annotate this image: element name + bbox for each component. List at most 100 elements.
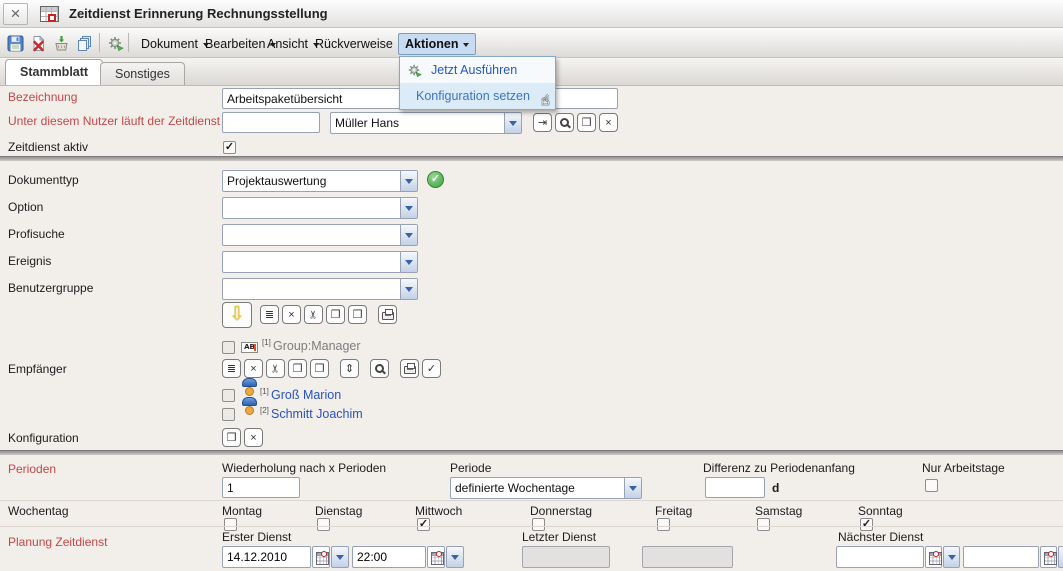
print-button[interactable] [378,305,397,324]
mittwoch-checkbox[interactable]: ✓ [417,518,430,531]
nutzer-select[interactable]: Müller Hans [330,112,522,134]
goto-button[interactable]: ⇥ [533,113,552,132]
remove-button[interactable]: × [244,359,263,378]
differenz-unit: d [772,481,779,495]
copy-document-button[interactable] [73,32,95,54]
dienstag-checkbox[interactable] [317,518,330,531]
menu-item-label: Konfiguration setzen [416,89,530,103]
clear-icon: × [250,432,256,444]
menu-rueckverweise[interactable]: Rückverweise [308,33,411,55]
nur-arbeitstage-checkbox[interactable] [925,479,938,492]
section-label-planung: Planung Zeitdienst [8,535,107,549]
menu-item-jetzt-ausfuehren[interactable]: Jetzt Ausführen [400,57,555,83]
profisuche-select[interactable] [222,224,418,246]
chevron-down-icon[interactable] [331,546,349,568]
row-divider [0,500,1063,501]
recipient-link[interactable]: Schmitt Joachim [271,407,363,421]
save-button[interactable] [4,32,26,54]
field-label-bezeichnung: Bezeichnung [8,90,77,104]
erster-dienst-date-input[interactable] [222,546,311,568]
remove-button[interactable]: × [282,305,301,324]
delete-document-button[interactable] [27,32,49,54]
hand-cursor-icon: ☝ [541,93,550,109]
option-select[interactable] [222,197,418,219]
calendar-picker-icon[interactable] [427,546,445,568]
big-down-arrow-icon: ⇩ [229,304,245,325]
naechster-dienst-time-input[interactable] [963,546,1039,568]
delete-document-icon [30,35,47,52]
field-label-letzter-dienst: Letzter Dienst [522,530,596,544]
cut-button[interactable]: ✂ [266,359,285,378]
group-item-checkbox[interactable] [222,341,235,354]
benutzergruppe-select[interactable] [222,278,418,300]
clear-button[interactable]: × [599,113,618,132]
print-button[interactable] [400,359,419,378]
copy-button[interactable]: ❐ [326,305,345,324]
recipient-checkbox[interactable] [222,408,235,421]
benutzergruppe-select-value [223,279,400,299]
print-icon [382,312,394,320]
menu-ansicht-label: Ansicht [267,37,308,51]
tab-sonstiges[interactable]: Sonstiges [100,62,185,85]
nutzer-input[interactable] [222,112,320,133]
toolbar-separator [99,33,100,52]
remove-icon: × [250,363,256,375]
select-all-icon: ≣ [227,362,236,375]
paste-icon: ❒ [227,431,237,444]
paste-button[interactable]: ❒ [310,359,329,378]
calendar-picker-icon[interactable] [925,546,942,568]
confirm-button[interactable]: ✓ [422,359,441,378]
select-all-button[interactable]: ≣ [260,305,279,324]
section-separator [0,450,1063,455]
naechster-dienst-time [963,546,1063,568]
sort-button[interactable]: ⇕ [340,359,359,378]
field-label-aktiv: Zeitdienst aktiv [8,140,88,154]
form-area: Bezeichnung Unter diesem Nutzer läuft de… [0,86,1063,571]
paste-icon: ❒ [582,116,592,129]
calendar-picker-icon[interactable] [1040,546,1057,568]
wiederholung-input[interactable] [222,477,300,498]
toolbar-separator [128,33,129,52]
field-label-erster-dienst: Erster Dienst [222,530,291,544]
menu-item-konfiguration-setzen[interactable]: Konfiguration setzen ☝ [400,83,555,109]
paste-button[interactable]: ❒ [222,428,241,447]
run-gear-icon [407,63,422,78]
chevron-down-icon[interactable] [446,546,464,568]
periode-select[interactable]: definierte Wochentage [450,477,642,499]
print-icon [404,366,416,374]
recipient-index: [2] [260,406,269,415]
recipient-checkbox[interactable] [222,389,235,402]
recipient-link[interactable]: Groß Marion [271,388,341,402]
calendar-picker-icon[interactable] [312,546,330,568]
dokumenttyp-select[interactable]: Projektauswertung [222,170,418,192]
search-button[interactable] [555,113,574,132]
erster-dienst-time-input[interactable] [352,546,426,568]
select-all-button[interactable]: ≣ [222,359,241,378]
run-gear-button[interactable] [104,32,126,54]
benutzergruppe-list-buttons: ≣ × ✂ ❐ ❒ [260,305,397,324]
chevron-down-icon[interactable] [1058,546,1063,568]
day-label-freitag: Freitag [655,504,692,518]
paste-button[interactable]: ❒ [577,113,596,132]
clear-button[interactable]: × [244,428,263,447]
close-button[interactable]: × [3,3,28,25]
chevron-down-icon [400,198,417,218]
chevron-down-icon[interactable] [943,546,960,568]
import-basket-button[interactable] [50,32,72,54]
paste-button[interactable]: ❒ [348,305,367,324]
add-down-button[interactable]: ⇩ [222,302,252,328]
differenz-input[interactable] [705,477,765,498]
ereignis-select[interactable] [222,251,418,273]
empfaenger-list-buttons: ≣ × ✂ ❐ ❒ ⇕ ✓ [222,359,441,378]
letzter-dienst-time-input [642,546,733,568]
naechster-dienst-date-input[interactable] [836,546,924,568]
nutzer-select-value: Müller Hans [331,113,504,133]
search-button[interactable] [370,359,389,378]
copy-button[interactable]: ❐ [288,359,307,378]
menu-aktionen[interactable]: Aktionen [398,33,476,55]
tab-stammblatt[interactable]: Stammblatt [5,59,103,85]
aktiv-checkbox[interactable]: ✓ [223,141,236,154]
cut-button[interactable]: ✂ [304,305,323,324]
freitag-checkbox[interactable] [657,518,670,531]
samstag-checkbox[interactable] [757,518,770,531]
